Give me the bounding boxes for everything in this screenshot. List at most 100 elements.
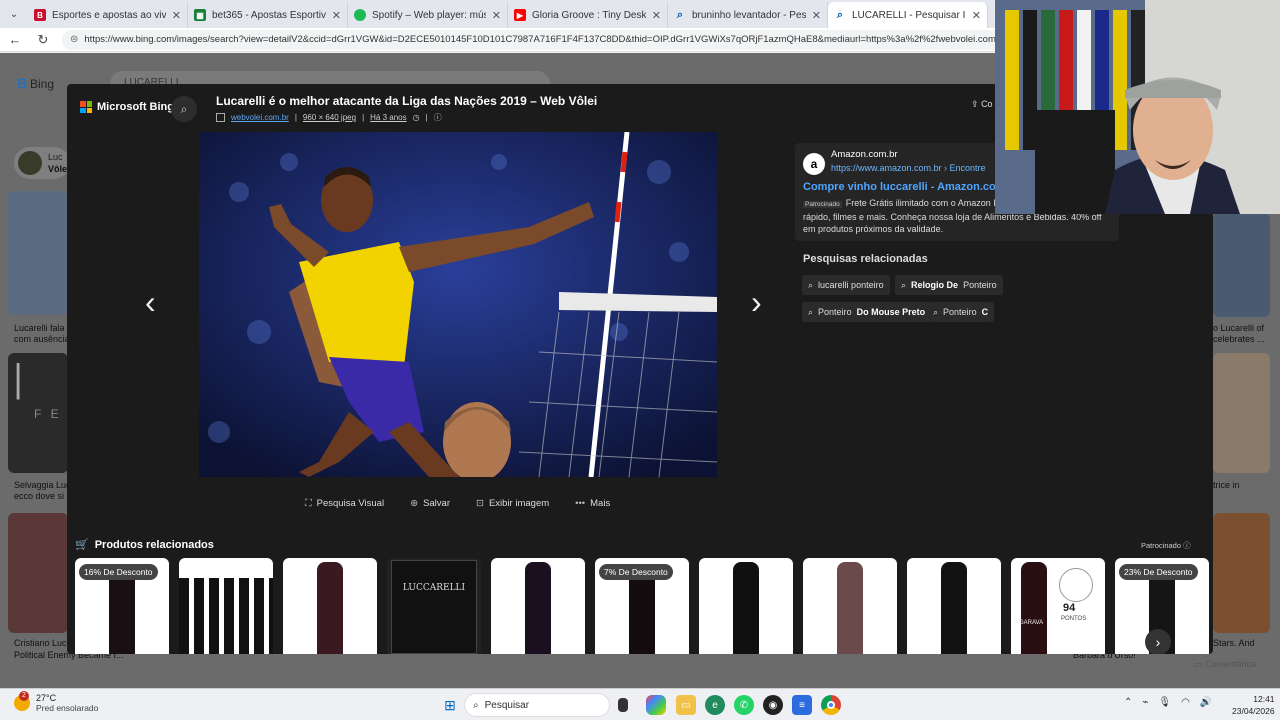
related-search-chip[interactable]: ⌕ Relogio De Ponteiro xyxy=(895,275,1003,295)
wifi-icon[interactable]: ◠ xyxy=(1181,697,1190,708)
chip-label-top: Luc xyxy=(48,152,63,162)
ad-url[interactable]: https://www.amazon.com.br › Encontre xyxy=(831,163,986,173)
volume-icon[interactable]: 🔊 xyxy=(1200,697,1212,708)
clock[interactable]: 12:41 23/04/2026 xyxy=(1232,693,1275,717)
task-view-icon[interactable] xyxy=(618,698,628,712)
microsoft-bing-logo[interactable]: Microsoft Bing xyxy=(80,101,174,113)
more-button[interactable]: ••• Mais xyxy=(575,498,610,509)
obs-icon[interactable]: ◉ xyxy=(763,695,783,715)
close-icon[interactable]: ✕ xyxy=(812,9,821,22)
bg-result-tile[interactable]: | F E xyxy=(8,353,68,473)
next-image-button[interactable]: › xyxy=(751,284,762,321)
related-search-chip[interactable]: ⌕ Ponteiro Do Mouse Preto xyxy=(802,302,932,322)
tab-youtube[interactable]: ▶ Gloria Groove : Tiny Desk Brasil - Y ✕ xyxy=(508,2,668,28)
product-card[interactable]: 94 PONTOS AGARAVA xyxy=(1011,558,1105,654)
tab-lucarelli[interactable]: ⌕ LUCARELLI - Pesquisar Imagens ✕ xyxy=(828,2,988,28)
product-card[interactable] xyxy=(803,558,897,654)
bg-result-tile[interactable] xyxy=(8,513,68,633)
ad-title[interactable]: Compre vinho luccarelli - Amazon.com.br xyxy=(803,181,1020,193)
visual-search-button[interactable]: ⛶ Pesquisa Visual xyxy=(305,498,384,509)
tab-spotify[interactable]: Spotify – Web player: música para ✕ xyxy=(348,2,508,28)
windows-start-icon[interactable]: ⊞ xyxy=(440,695,460,715)
related-person-chip[interactable]: Luc Vôle xyxy=(14,147,70,179)
product-card[interactable] xyxy=(283,558,377,654)
info-icon[interactable]: ⓘ xyxy=(434,112,442,123)
product-card[interactable] xyxy=(491,558,585,654)
save-button[interactable]: ⊕ Salvar xyxy=(410,498,450,509)
comments-link[interactable]: ▭ Comentários xyxy=(1194,659,1256,670)
sun-icon: 2 xyxy=(14,691,30,711)
related-search-chip[interactable]: ⌕ Ponteiro C xyxy=(927,302,995,322)
products-next-button[interactable]: › xyxy=(1145,629,1171,654)
tab-title: bruninho levantador - Pesquisar xyxy=(692,9,806,21)
save-icon: ⊕ xyxy=(410,498,419,509)
tab-esportes[interactable]: B Esportes e apostas ao vivo ✕ xyxy=(28,2,188,28)
discount-badge: 23% De Desconto xyxy=(1119,564,1198,580)
search-icon: ⌕ xyxy=(676,8,684,21)
image-dimensions[interactable]: 960 × 640 jpeg xyxy=(303,113,356,122)
close-icon[interactable]: ✕ xyxy=(172,9,181,22)
source-link[interactable]: webvolei.com.br xyxy=(231,113,289,122)
product-card[interactable] xyxy=(699,558,793,654)
more-icon: ••• xyxy=(575,498,586,509)
weather-widget[interactable]: 2 27°C Pred ensolarado xyxy=(14,691,98,713)
tab-favicon xyxy=(354,9,366,21)
temperature: 27°C xyxy=(36,693,57,703)
image-age[interactable]: Há 3 anos xyxy=(370,113,406,122)
notepad-icon[interactable]: ≡ xyxy=(792,695,812,715)
bg-result-tile[interactable] xyxy=(1213,353,1270,473)
close-icon[interactable]: ✕ xyxy=(972,9,981,22)
image-meta: webvolei.com.br | 960 × 640 jpeg | Há 3 … xyxy=(216,112,442,123)
meta-separator: | xyxy=(425,113,428,122)
view-image-button[interactable]: ⊡ Exibir imagem xyxy=(476,498,549,509)
bing-logo[interactable]: ᗷ Bing xyxy=(18,77,54,92)
tab-bet365[interactable]: ▦ bet365 - Apostas Esportivas Online ✕ xyxy=(188,2,348,28)
image-title[interactable]: Lucarelli é o melhor atacante da Liga da… xyxy=(216,94,597,108)
close-icon[interactable]: ✕ xyxy=(332,9,341,22)
product-card[interactable] xyxy=(179,558,273,654)
product-card[interactable]: LUCCARELLI xyxy=(387,558,481,654)
network-icon[interactable]: ⌁ xyxy=(1142,697,1148,708)
tab-bruninho[interactable]: ⌕ bruninho levantador - Pesquisar ✕ xyxy=(668,2,828,28)
search-button[interactable]: ⌕ xyxy=(171,96,197,122)
chevron-left-icon: ‹ xyxy=(145,284,156,320)
bg-result-tile[interactable] xyxy=(8,191,68,315)
file-explorer-icon[interactable]: ▭ xyxy=(676,695,696,715)
chevron-up-icon[interactable]: ⌃ xyxy=(1124,697,1132,708)
related-search-chip[interactable]: ⌕ lucarelli ponteiro xyxy=(802,275,890,295)
close-icon[interactable]: ✕ xyxy=(492,9,501,22)
site-info-icon[interactable]: ⊜ xyxy=(70,34,78,45)
tab-favicon: ▶ xyxy=(514,9,526,21)
wine-bottle-image xyxy=(1021,562,1047,654)
score-label: 94 xyxy=(1063,602,1076,614)
edge-icon[interactable]: e xyxy=(705,695,725,715)
tab-search-dropdown[interactable]: ⌄ xyxy=(0,0,28,28)
logo-text: Microsoft Bing xyxy=(97,101,174,113)
reload-icon[interactable]: ↻ xyxy=(34,31,52,49)
main-image[interactable] xyxy=(199,132,717,477)
system-tray: ⌃ ⌁ 🎙 ◠ 🔊 xyxy=(1124,697,1212,708)
avatar xyxy=(18,151,42,175)
product-card[interactable]: 16% De Desconto xyxy=(75,558,169,654)
bg-result-caption: celebrates ... xyxy=(1213,334,1265,344)
cart-icon: 🛒 xyxy=(75,539,89,551)
bg-result-tile[interactable] xyxy=(1213,213,1270,317)
microphone-icon[interactable]: 🎙 xyxy=(1158,697,1171,708)
close-icon[interactable]: ✕ xyxy=(652,9,661,22)
copilot-icon[interactable] xyxy=(646,695,666,715)
share-button[interactable]: ⇪ Co xyxy=(971,99,993,110)
wine-bottle-image xyxy=(317,562,343,654)
back-icon[interactable]: ← xyxy=(6,31,24,49)
notification-badge: 2 xyxy=(19,691,29,701)
previous-image-button[interactable]: ‹ xyxy=(145,284,156,321)
whatsapp-icon[interactable]: ✆ xyxy=(734,695,754,715)
score-sub-label: PONTOS xyxy=(1061,616,1087,622)
tab-title: bet365 - Apostas Esportivas Online xyxy=(212,9,326,21)
chrome-icon[interactable] xyxy=(821,695,841,715)
product-card[interactable] xyxy=(907,558,1001,654)
clock-date: 23/04/2026 xyxy=(1232,706,1275,716)
wine-bottle-image xyxy=(629,572,655,654)
taskbar-search[interactable]: ⌕ Pesquisar xyxy=(464,693,610,717)
bg-result-tile[interactable] xyxy=(1213,513,1270,633)
product-card[interactable]: 7% De Desconto xyxy=(595,558,689,654)
